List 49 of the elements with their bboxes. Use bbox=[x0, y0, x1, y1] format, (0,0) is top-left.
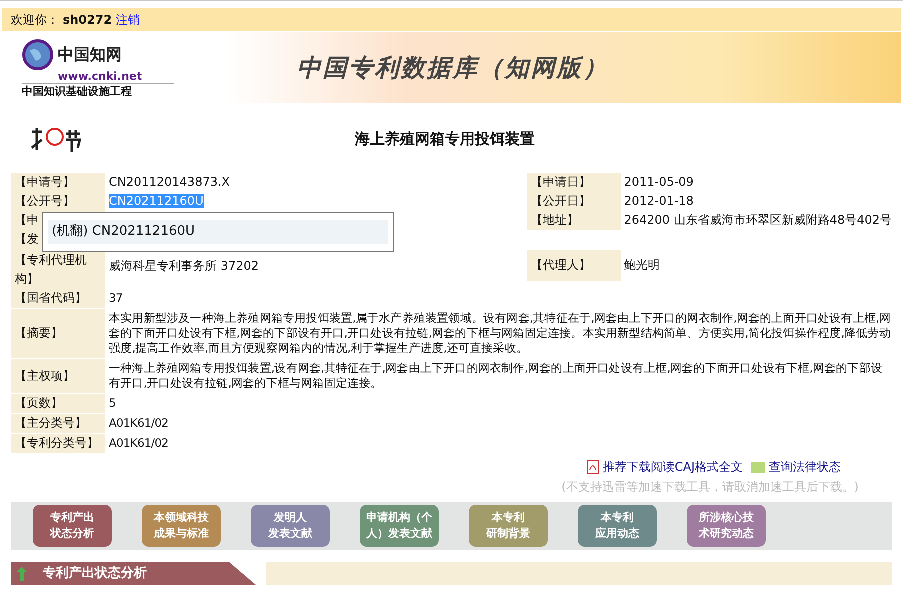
logo-brand: 中国知网 bbox=[58, 44, 122, 66]
field-value: 一种海上养殖网箱专用投饵装置,设有网套,其特征在于,网套由上下开口的网衣制作,网套的上面开口处设有上框,网套的下面开口处设有下框,网套的下部设有开口,开口处设有拉链,网套的下框与网箱固定连接。 bbox=[108, 360, 884, 392]
nav-button[interactable]: 本领域科技 成果与标准 bbox=[142, 505, 221, 547]
field-label: 【申请日】 bbox=[527, 173, 622, 192]
field-value: A01K61/02 bbox=[108, 415, 169, 432]
field-value: 鲍光明 bbox=[623, 257, 660, 274]
field-label: 【地址】 bbox=[527, 211, 622, 230]
nav-button[interactable]: 本专利 研制背景 bbox=[469, 505, 548, 547]
nav-button[interactable]: 所涉核心技 术研究动态 bbox=[687, 505, 766, 547]
nav-button[interactable]: 发明人 发表文献 bbox=[251, 505, 330, 547]
patent-title: 海上养殖网箱专用投饵装置 bbox=[355, 128, 535, 150]
field-value: A01K61/02 bbox=[108, 435, 169, 452]
nav-button[interactable]: 申请机构（个 人）发表文献 bbox=[360, 505, 439, 547]
field-label: 【摘要】 bbox=[11, 309, 105, 358]
download-note: (不支持迅雷等加速下载工具，请取消加速工具后下载。) bbox=[560, 479, 860, 496]
field-value: 本实用新型涉及一种海上养殖网箱专用投饵装置,属于水产养殖装置领域。设有网套,其特征在于,网套由上下开口的网衣制作,网套的上面开口处设有上框,网套的下面开口处设有下框,网套的下部设有开口,开口处设有拉链,网套的下框与网箱固定连接。本实用新型结构简单、方便实用,简化投饵操作程度,降低劳动强度,提高工作效率,而且方便观察网箱内的情况,利于掌握生产进度,还可直接采收。 bbox=[108, 310, 892, 357]
field-value: 264200 山东省威海市环翠区新威附路48号402号 bbox=[623, 212, 892, 229]
username: sh0272 bbox=[63, 12, 112, 28]
field-label: 【主分类号】 bbox=[11, 414, 105, 433]
arrow-icon bbox=[15, 566, 29, 582]
field-value: CN202112160U bbox=[109, 194, 204, 208]
popup-item[interactable]: (机翻) CN202112160U bbox=[48, 220, 388, 244]
logo-url: www.cnki.net bbox=[57, 71, 144, 83]
field-value: 威海科星专利事务所 37202 bbox=[109, 259, 259, 273]
nav-button[interactable]: 本专利 应用动态 bbox=[578, 505, 657, 547]
nav-button[interactable]: 专利产出 状态分析 bbox=[33, 505, 112, 547]
banner-title: 中国专利数据库（知网版） bbox=[297, 52, 609, 84]
field-label: 【申请号】 bbox=[11, 173, 105, 192]
field-label: 【代理人】 bbox=[527, 250, 622, 281]
field-value: 2011-05-09 bbox=[623, 174, 694, 191]
field-label: 【国省代码】 bbox=[11, 289, 105, 308]
field-label: 【公开日】 bbox=[527, 192, 622, 211]
link[interactable]: 推荐下载阅读CAJ格式全文 bbox=[586, 458, 743, 476]
field-value: 5 bbox=[108, 395, 116, 412]
field-value: CN201120143873.X bbox=[109, 175, 230, 189]
globe-icon bbox=[22, 39, 54, 71]
field-value: 37 bbox=[108, 290, 123, 307]
field-label: 【公开号】 bbox=[11, 192, 105, 211]
field-label: 【主权项】 bbox=[11, 359, 105, 393]
field-value: 2012-01-18 bbox=[623, 193, 694, 210]
link[interactable]: 查询法律状态 bbox=[751, 458, 841, 476]
field-label: 【专利代理机构】 bbox=[11, 249, 105, 289]
pdf-icon bbox=[586, 460, 599, 474]
field-label: 【专利分类号】 bbox=[11, 434, 105, 453]
field-label: 【页数】 bbox=[11, 394, 105, 413]
logout-link[interactable]: 注销 bbox=[116, 10, 140, 28]
section-header: 专利产出状态分析 bbox=[11, 562, 256, 585]
logo-tagline: 中国知识基础设施工程 bbox=[22, 83, 174, 100]
greeting: 欢迎你： bbox=[11, 12, 59, 28]
